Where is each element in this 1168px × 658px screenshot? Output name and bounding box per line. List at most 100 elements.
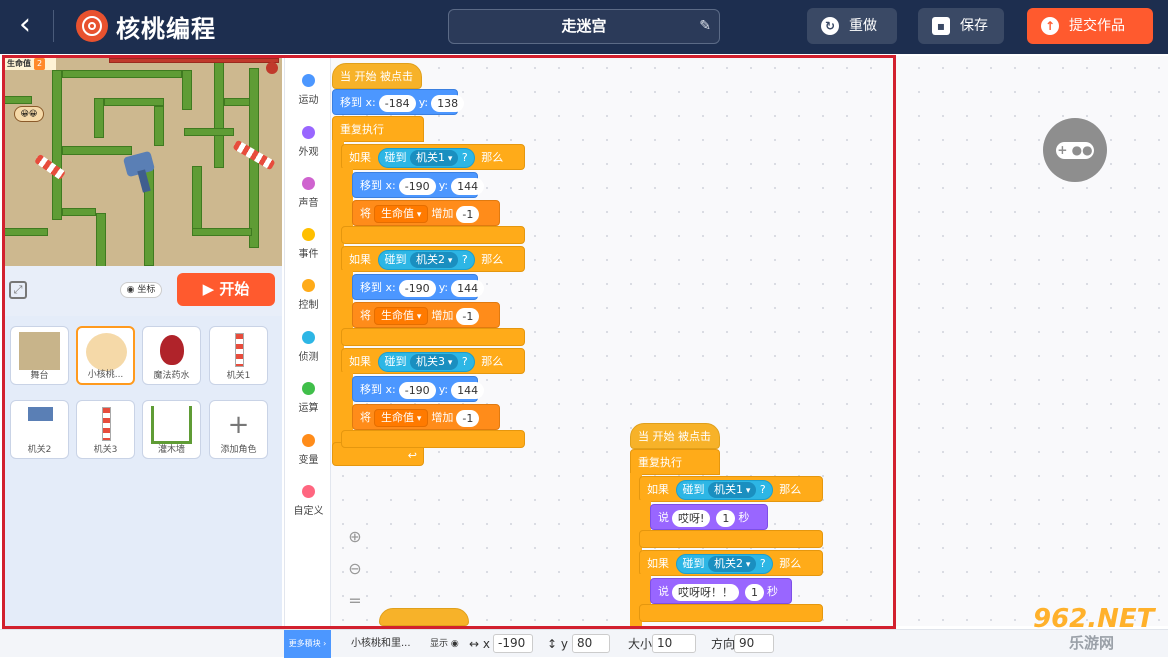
touching-block[interactable]: 碰到 机关3 ? (377, 352, 475, 372)
touching-block[interactable]: 碰到 机关1 ? (675, 480, 773, 500)
change-variable-block[interactable]: 将生命值增加-1 (352, 404, 500, 430)
zoom-out-icon[interactable]: ⊖ (346, 560, 364, 578)
variable-dropdown[interactable]: 生命值 (374, 409, 429, 427)
hedge-wall (182, 70, 192, 110)
potion-thumbnail (160, 335, 184, 365)
add-sprite-button[interactable]: + 添加角色 (209, 400, 268, 459)
category-operators[interactable]: 运算 (285, 382, 332, 426)
equals-icon[interactable]: = (346, 592, 364, 610)
redo-button[interactable]: ↻ 重做 (807, 8, 897, 44)
stage-canvas[interactable]: 生命值 2 😀😀 (4, 58, 282, 266)
y-input[interactable]: 144 (451, 381, 485, 399)
touching-block[interactable]: 碰到 机关1 ? (377, 148, 475, 168)
pencil-icon[interactable]: ✎ (699, 10, 711, 43)
block-text: 秒 (767, 585, 778, 598)
secs-input[interactable]: 1 (745, 583, 764, 601)
trap-dropdown[interactable]: 机关1 (410, 150, 459, 166)
change-variable-block[interactable]: 将生命值增加-1 (352, 200, 500, 226)
sprite-card-trap1[interactable]: 机关1 (209, 326, 268, 385)
category-variables[interactable]: 变量 (285, 434, 332, 478)
change-variable-block[interactable]: 将生命值增加-1 (352, 302, 500, 328)
category-control[interactable]: 控制 (285, 279, 332, 323)
x-input[interactable]: -184 (378, 94, 416, 112)
say-for-secs-block[interactable]: 说哎呀呀！！ 1 秒 (650, 578, 792, 604)
goto-xy-block[interactable]: 移到 x: -190 y: 144 (352, 274, 485, 300)
category-sound[interactable]: 声音 (285, 177, 332, 221)
variable-dropdown[interactable]: 生命值 (374, 307, 429, 325)
x-input[interactable]: -190 (398, 381, 436, 399)
sprite-card-walnut[interactable]: 小核桃... (76, 326, 135, 385)
say-text-input[interactable]: 哎呀! (672, 509, 711, 527)
category-sensing[interactable]: 侦测 (285, 331, 332, 375)
sprite-card-stage[interactable]: 舞台 (10, 326, 69, 385)
trap-dropdown[interactable]: 机关3 (410, 354, 459, 370)
show-toggle[interactable]: 显示 ◉ (430, 636, 459, 652)
when-start-clicked-block[interactable]: 当 开始 被点击 (630, 423, 720, 449)
sprite-name: 小核桃... (87, 370, 124, 380)
x-input[interactable]: -190 (398, 279, 436, 297)
say-text-input[interactable]: 哎呀呀！！ (672, 583, 739, 601)
trap-dropdown[interactable]: 机关2 (410, 252, 459, 268)
sprite-card-trap2[interactable]: 机关2 (10, 400, 69, 459)
partial-hat-block[interactable] (379, 608, 469, 626)
category-events[interactable]: 事件 (285, 228, 332, 272)
start-button[interactable]: ▶ 开始 (177, 273, 275, 306)
back-icon[interactable]: ‹ (10, 10, 40, 42)
change-value-input[interactable]: -1 (456, 409, 480, 427)
trap3-thumbnail (102, 407, 111, 441)
change-value-input[interactable]: -1 (456, 307, 480, 325)
block-text: 增加 (431, 309, 454, 322)
y-input[interactable]: 144 (451, 177, 485, 195)
forever-block[interactable]: 重复执行 (332, 116, 424, 142)
goto-xy-block[interactable]: 移到 x: -190 y: 144 (352, 172, 485, 198)
say-for-secs-block[interactable]: 说哎呀! 1 秒 (650, 504, 768, 530)
gamepad-icon[interactable]: + ●● (1043, 118, 1107, 182)
y-input[interactable]: 144 (451, 279, 485, 297)
sprite-card-hedge[interactable]: 灌木墙 (142, 400, 201, 459)
size-input[interactable]: 10 (652, 634, 696, 653)
block-text: 增加 (431, 207, 454, 220)
y-input[interactable]: 138 (431, 94, 465, 112)
when-start-clicked-block[interactable]: 当 开始 被点击 (332, 63, 422, 89)
category-label: 运算 (298, 403, 319, 414)
if-then-block[interactable]: 如果 碰到 机关1 ? 那么 (639, 476, 823, 502)
sprite-card-trap3[interactable]: 机关3 (76, 400, 135, 459)
direction-input[interactable]: 90 (734, 634, 774, 653)
sprite-card-potion[interactable]: 魔法药水 (142, 326, 201, 385)
potion-sprite[interactable] (266, 62, 278, 74)
category-looks[interactable]: 外观 (285, 126, 332, 170)
x-input[interactable]: -190 (493, 634, 533, 653)
if-then-block[interactable]: 如果 碰到 机关1 ? 那么 (341, 144, 525, 170)
category-motion[interactable]: 运动 (285, 74, 332, 118)
project-title-field[interactable]: 走迷宫 ✎ (448, 9, 720, 44)
category-dot (302, 177, 315, 190)
submit-button[interactable]: ↑ 提交作品 (1027, 8, 1153, 44)
touching-block[interactable]: 碰到 机关2 ? (675, 554, 773, 574)
secs-input[interactable]: 1 (716, 509, 736, 527)
goto-xy-block[interactable]: 移到 x: -190 y: 144 (352, 376, 485, 402)
more-blocks-button[interactable]: 更多積块 › (284, 630, 331, 658)
if-then-block[interactable]: 如果 碰到 机关3 ? 那么 (341, 348, 525, 374)
if-then-block[interactable]: 如果 碰到 机关2 ? 那么 (341, 246, 525, 272)
expand-icon[interactable]: ⤢ (9, 281, 27, 299)
x-input[interactable]: -190 (398, 177, 436, 195)
code-workspace[interactable]: 当 开始 被点击 移到 x: -184 y: 138 重复执行 ↩ 如果 碰到 机关1… (331, 56, 1168, 626)
touching-block[interactable]: 碰到 机关2 ? (377, 250, 475, 270)
change-value-input[interactable]: -1 (456, 205, 480, 223)
if-then-block[interactable]: 如果 碰到 机关2 ? 那么 (639, 550, 823, 576)
variable-dropdown[interactable]: 生命值 (374, 205, 429, 223)
y-input[interactable]: 80 (572, 634, 610, 653)
goto-xy-block[interactable]: 移到 x: -184 y: 138 (332, 89, 465, 115)
forever-block[interactable]: 重复执行 (630, 449, 720, 475)
trap-dropdown[interactable]: 机关1 (708, 482, 757, 498)
category-custom[interactable]: 自定义 (285, 485, 332, 529)
hedge-wall (4, 228, 48, 236)
trap-dropdown[interactable]: 机关2 (708, 556, 757, 572)
sprite-name-field[interactable]: 小核桃和里... (351, 636, 411, 652)
hedge-wall (62, 208, 96, 216)
walnut-character-sprite[interactable]: 😀😀 (14, 106, 44, 122)
coordinates-toggle[interactable]: ◉ 坐标 (120, 282, 162, 298)
save-label: 保存 (960, 18, 988, 34)
save-button[interactable]: ▪ 保存 (918, 8, 1004, 44)
zoom-in-icon[interactable]: ⊕ (346, 528, 364, 546)
